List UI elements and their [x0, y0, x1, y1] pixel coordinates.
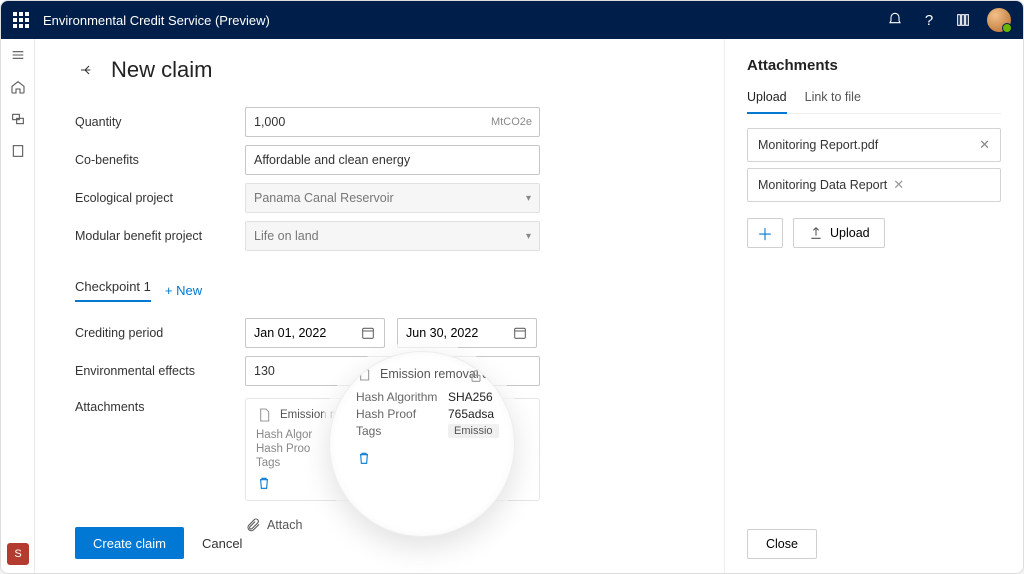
building-icon[interactable] [8, 141, 28, 161]
uploaded-file-name: Monitoring Data Report [758, 178, 887, 192]
attachments-label: Attachments [75, 394, 245, 414]
modular-benefit-label: Modular benefit project [75, 229, 245, 243]
close-panel-button[interactable]: Close [747, 529, 817, 559]
remove-file-button[interactable]: ✕ [893, 177, 904, 193]
app-title: Environmental Credit Service (Preview) [43, 13, 270, 28]
date-start-input[interactable]: Jan 01, 2022 [245, 318, 385, 348]
calendar-icon [512, 325, 528, 341]
upload-button[interactable]: Upload [793, 218, 885, 248]
mag-hash-proof-val: 765adsa [448, 407, 494, 421]
chevron-down-icon: ▾ [526, 193, 531, 204]
panel-title: Attachments [747, 57, 1001, 74]
panel-tab-link-file[interactable]: Link to file [805, 90, 861, 113]
upload-button-label: Upload [830, 226, 870, 240]
ecological-project-label: Ecological project [75, 191, 245, 205]
upload-icon [808, 225, 824, 241]
uploaded-file-row: Monitoring Report.pdf ✕ [747, 128, 1001, 162]
date-end-input[interactable]: Jun 30, 2022 [397, 318, 537, 348]
hamburger-icon[interactable] [8, 45, 28, 65]
mag-hash-algo-key: Hash Algorithm [356, 390, 448, 404]
quantity-label: Quantity [75, 115, 245, 129]
library-icon[interactable] [947, 4, 979, 36]
back-arrow-icon[interactable] [75, 58, 99, 82]
create-claim-button[interactable]: Create claim [75, 527, 184, 559]
crediting-period-label: Crediting period [75, 326, 245, 340]
remove-file-button[interactable]: ✕ [979, 137, 990, 153]
ecological-project-select[interactable]: Panama Canal Reservoir ▾ [245, 183, 540, 213]
date-start-value: Jan 01, 2022 [254, 326, 326, 340]
co-benefits-label: Co-benefits [75, 153, 245, 167]
help-icon[interactable]: ? [913, 4, 945, 36]
mag-tag-value: Emissio [448, 424, 499, 438]
tab-new-checkpoint[interactable]: New [165, 283, 202, 298]
calendar-icon [360, 325, 376, 341]
app-launcher[interactable] [13, 12, 29, 28]
quantity-input[interactable] [245, 107, 540, 137]
panel-tab-upload[interactable]: Upload [747, 90, 787, 114]
attachment-card-title: Emission re [280, 409, 340, 421]
uploaded-file-row: Monitoring Data Report ✕ [747, 168, 1001, 202]
ecological-project-value: Panama Canal Reservoir [254, 191, 394, 205]
chevron-down-icon: ▾ [526, 231, 531, 242]
mag-hash-algo-val: SHA256 [448, 390, 493, 404]
environmental-effects-label: Environmental effects [75, 364, 245, 378]
tab-checkpoint-1[interactable]: Checkpoint 1 [75, 279, 151, 302]
rail-user-badge[interactable]: S [7, 543, 29, 565]
home-icon[interactable] [8, 77, 28, 97]
cancel-button[interactable]: Cancel [202, 536, 242, 551]
chevron-down-icon: ▾ [494, 368, 500, 384]
co-benefits-input[interactable] [245, 145, 540, 175]
page-title: New claim [111, 57, 212, 83]
org-icon[interactable] [8, 109, 28, 129]
document-icon [256, 407, 272, 423]
modular-benefit-value: Life on land [254, 229, 319, 243]
delete-attachment-button[interactable] [356, 450, 514, 469]
mag-tags-key: Tags [356, 424, 448, 438]
modular-benefit-select[interactable]: Life on land ▾ [245, 221, 540, 251]
paperclip-icon [245, 517, 261, 533]
add-file-button[interactable]: ＋ [747, 218, 783, 248]
avatar[interactable] [987, 8, 1011, 32]
magnifier-overlay: ▾ Emission removal da Hash AlgorithmSHA2… [329, 351, 515, 537]
mag-hash-proof-key: Hash Proof [356, 407, 448, 421]
notifications-icon[interactable] [879, 4, 911, 36]
uploaded-file-name: Monitoring Report.pdf [758, 138, 878, 152]
unlock-icon [468, 368, 484, 384]
date-end-value: Jun 30, 2022 [406, 326, 478, 340]
attach-link-label: Attach [267, 518, 302, 532]
